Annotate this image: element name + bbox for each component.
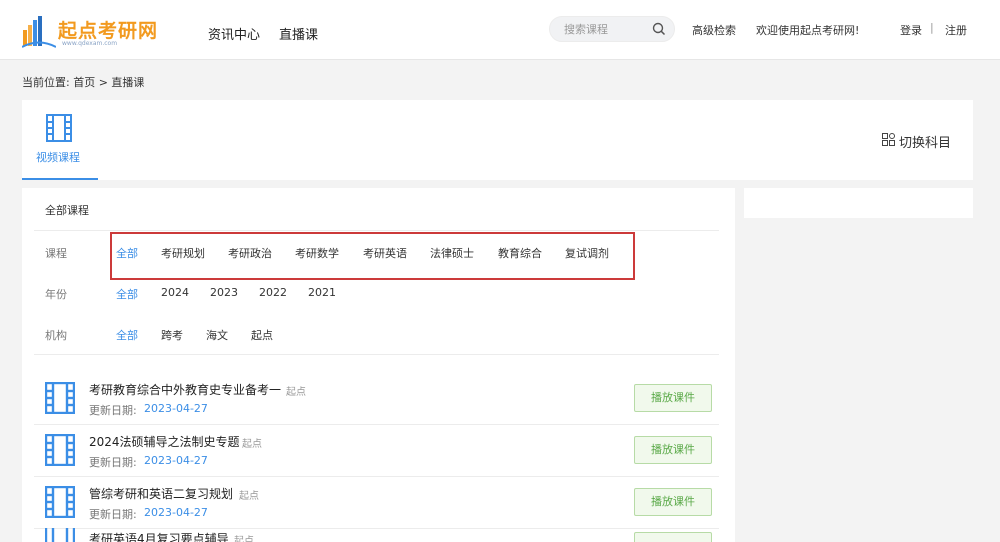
filter-course-law[interactable]: 法律硕士 bbox=[430, 245, 474, 261]
film-icon bbox=[45, 486, 75, 518]
course-row[interactable]: 管综考研和英语二复习规划 起点 更新日期: 2023-04-27 播放课件 bbox=[34, 476, 719, 528]
film-icon bbox=[45, 434, 75, 466]
nav-news-center[interactable]: 资讯中心 bbox=[208, 24, 260, 43]
filter-year-2021[interactable]: 2021 bbox=[308, 286, 336, 299]
search-input[interactable] bbox=[564, 22, 644, 37]
filter-course-all[interactable]: 全部 bbox=[116, 245, 138, 261]
filter-year-2022[interactable]: 2022 bbox=[259, 286, 287, 299]
play-courseware-button[interactable]: 播放课件 bbox=[634, 384, 712, 412]
filter-course-math[interactable]: 考研数学 bbox=[295, 245, 339, 261]
course-org: 起点 bbox=[286, 387, 306, 398]
breadcrumb: 当前位置: 首页 > 直播课 bbox=[22, 76, 145, 89]
divider bbox=[34, 354, 719, 355]
course-row[interactable]: 考研英语4月复习要点辅导 起点 bbox=[34, 528, 719, 542]
course-org: 起点 bbox=[239, 491, 259, 502]
logo-url: www.qdexam.com bbox=[62, 40, 118, 47]
advanced-search-link[interactable]: 高级检索 bbox=[692, 22, 736, 38]
register-link[interactable]: 注册 bbox=[945, 22, 967, 38]
course-date: 2023-04-27 bbox=[144, 454, 208, 467]
logo-book-icon bbox=[22, 16, 56, 48]
course-date-label: 更新日期: bbox=[89, 508, 137, 521]
course-title[interactable]: 考研英语4月复习要点辅导 bbox=[89, 530, 229, 542]
filter-course-label: 课程 bbox=[45, 247, 67, 260]
filter-year-all[interactable]: 全部 bbox=[116, 286, 138, 302]
filter-course-education[interactable]: 教育综合 bbox=[498, 245, 542, 261]
site-logo[interactable]: 起点考研网 www.qdexam.com bbox=[22, 14, 172, 50]
filter-year-2023[interactable]: 2023 bbox=[210, 286, 238, 299]
play-courseware-button[interactable] bbox=[634, 532, 712, 542]
filter-course-planning[interactable]: 考研规划 bbox=[161, 245, 205, 261]
filter-year-label: 年份 bbox=[45, 288, 67, 301]
search-icon[interactable] bbox=[651, 21, 667, 37]
course-org: 起点 bbox=[234, 536, 254, 542]
filter-course-retest[interactable]: 复试调剂 bbox=[565, 245, 609, 261]
play-courseware-button[interactable]: 播放课件 bbox=[634, 488, 712, 516]
play-courseware-button[interactable]: 播放课件 bbox=[634, 436, 712, 464]
filter-org-haiwen[interactable]: 海文 bbox=[206, 327, 228, 343]
filter-course-english[interactable]: 考研英语 bbox=[363, 245, 407, 261]
course-date-label: 更新日期: bbox=[89, 404, 137, 417]
course-row[interactable]: 2024法硕辅导之法制史专题 起点 更新日期: 2023-04-27 播放课件 bbox=[34, 424, 719, 476]
course-title[interactable]: 管综考研和英语二复习规划 bbox=[89, 485, 233, 502]
divider bbox=[34, 230, 719, 231]
grid-icon bbox=[882, 133, 895, 146]
filter-org-kuakao[interactable]: 跨考 bbox=[161, 327, 183, 343]
course-org: 起点 bbox=[242, 439, 262, 450]
course-list-panel: 全部课程 课程 全部 考研规划 考研政治 考研数学 考研英语 法律硕士 教育综合… bbox=[22, 188, 735, 542]
all-courses-heading: 全部课程 bbox=[45, 204, 89, 217]
welcome-text: 欢迎使用起点考研网! bbox=[756, 24, 860, 37]
filter-year-2024[interactable]: 2024 bbox=[161, 286, 189, 299]
login-register-separator: | bbox=[930, 21, 934, 34]
logo-text: 起点考研网 bbox=[58, 20, 159, 42]
film-icon bbox=[45, 528, 75, 542]
film-icon bbox=[45, 382, 75, 414]
course-date: 2023-04-27 bbox=[144, 506, 208, 519]
filter-org-all[interactable]: 全部 bbox=[116, 327, 138, 343]
nav-live-courses[interactable]: 直播课 bbox=[279, 24, 318, 43]
category-card: 视频课程 切换科目 bbox=[22, 100, 973, 180]
switch-subject-label: 切换科目 bbox=[899, 136, 952, 151]
top-header: 起点考研网 www.qdexam.com 资讯中心 直播课 高级检索 欢迎使用起… bbox=[0, 0, 1000, 60]
search-box bbox=[549, 16, 675, 42]
film-icon bbox=[46, 114, 72, 142]
course-date-label: 更新日期: bbox=[89, 456, 137, 469]
filter-org-qidian[interactable]: 起点 bbox=[251, 327, 273, 343]
tab-video-courses-label: 视频课程 bbox=[36, 151, 80, 164]
course-title[interactable]: 考研教育综合中外教育史专业备考一 bbox=[89, 381, 281, 398]
filter-org-label: 机构 bbox=[45, 329, 67, 342]
side-panel bbox=[744, 188, 973, 218]
tab-video-courses[interactable]: 视频课程 bbox=[22, 100, 98, 180]
course-title[interactable]: 2024法硕辅导之法制史专题 bbox=[89, 433, 240, 450]
course-date: 2023-04-27 bbox=[144, 402, 208, 415]
filter-course-politics[interactable]: 考研政治 bbox=[228, 245, 272, 261]
login-link[interactable]: 登录 bbox=[900, 22, 922, 38]
course-row[interactable]: 考研教育综合中外教育史专业备考一 起点 更新日期: 2023-04-27 播放课… bbox=[34, 372, 719, 424]
